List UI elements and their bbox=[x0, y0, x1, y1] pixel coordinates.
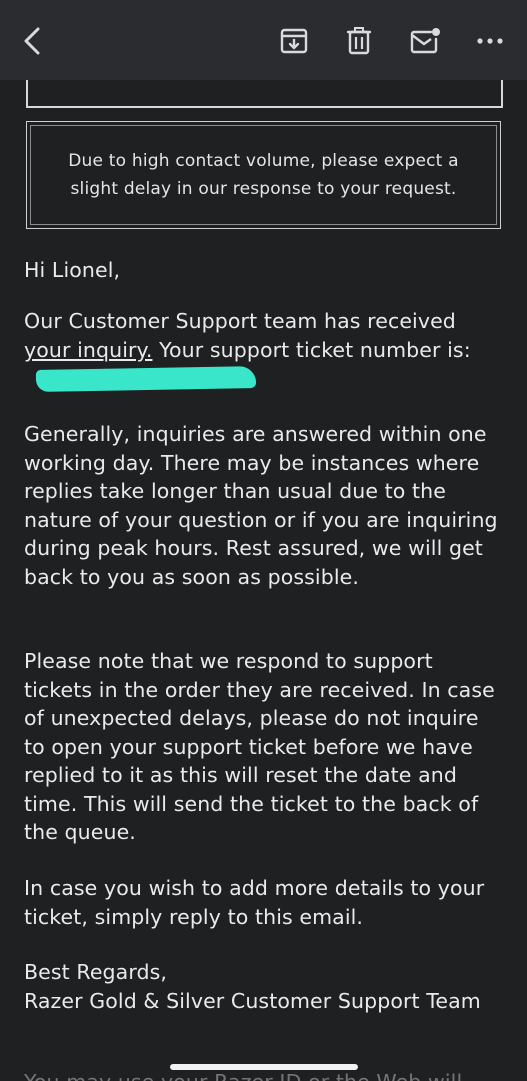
redacted-ticket-number bbox=[35, 366, 257, 392]
home-indicator[interactable] bbox=[170, 1064, 358, 1070]
ticket-paragraph: Our Customer Support team has received y… bbox=[24, 307, 504, 393]
more-icon bbox=[477, 38, 503, 44]
back-button[interactable] bbox=[12, 24, 52, 58]
email-body: Due to high contact volume, please expec… bbox=[0, 80, 527, 1081]
archive-icon bbox=[280, 28, 308, 54]
frame-border-right bbox=[501, 80, 503, 108]
ticket-text-end: Your support ticket number is: bbox=[152, 337, 471, 362]
signature-block: Best Regards, Razer Gold & Silver Custom… bbox=[24, 958, 504, 1015]
delete-button[interactable] bbox=[342, 24, 376, 58]
mark-unread-icon bbox=[410, 28, 440, 54]
more-button[interactable] bbox=[472, 24, 508, 58]
signoff: Best Regards, bbox=[24, 960, 167, 984]
ticket-text-start: Our Customer Support team has received bbox=[24, 309, 456, 333]
inquiry-link[interactable]: your inquiry. bbox=[24, 338, 152, 362]
queue-paragraph: Please note that we respond to support t… bbox=[24, 649, 495, 844]
mark-unread-button[interactable] bbox=[407, 24, 443, 58]
response-time-paragraph: Generally, inquiries are answered within… bbox=[24, 422, 498, 589]
delay-notice-text: Due to high contact volume, please expec… bbox=[68, 151, 459, 199]
delay-notice-box: Due to high contact volume, please expec… bbox=[26, 121, 501, 229]
frame-border-bottom bbox=[26, 106, 503, 108]
email-toolbar bbox=[0, 0, 527, 80]
frame-border-left bbox=[26, 80, 28, 108]
archive-button[interactable] bbox=[277, 24, 311, 58]
signature: Razer Gold & Silver Customer Support Tea… bbox=[24, 988, 481, 1013]
greeting: Hi Lionel, bbox=[24, 258, 121, 282]
trash-icon bbox=[346, 27, 372, 55]
reply-paragraph: In case you wish to add more details to … bbox=[24, 876, 485, 929]
back-icon bbox=[24, 27, 40, 55]
